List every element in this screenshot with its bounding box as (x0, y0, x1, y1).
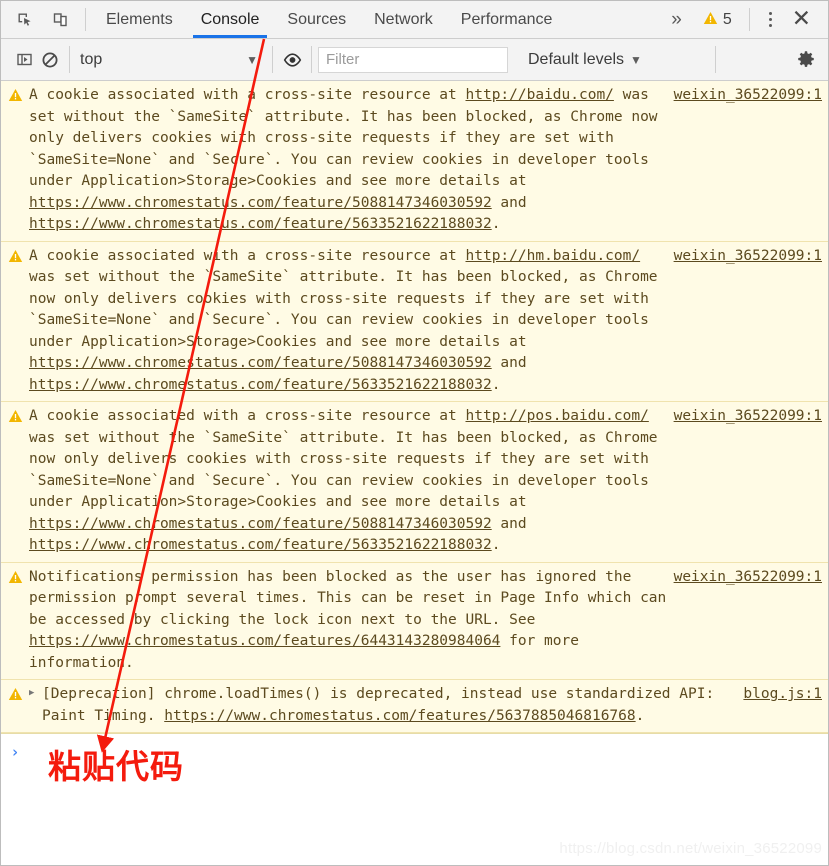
console-prompt-input[interactable] (29, 742, 828, 762)
log-levels-label: Default levels (528, 50, 625, 68)
filterbar-divider-3 (311, 46, 312, 73)
console-filter-toolbar: top ▼ Default levels ▼ (1, 39, 828, 81)
console-message-row[interactable]: Notifications permission has been blocke… (1, 562, 828, 680)
tabbar-right-divider (748, 8, 750, 31)
chevron-down-icon: ▼ (630, 52, 642, 67)
log-levels-select[interactable]: Default levels ▼ (528, 51, 642, 69)
device-toolbar-icon[interactable] (47, 7, 73, 33)
filterbar-divider-1 (69, 46, 70, 73)
warning-triangle-icon (1, 246, 29, 397)
console-message-link[interactable]: https://www.chromestatus.com/features/64… (29, 633, 500, 649)
console-message-row[interactable]: A cookie associated with a cross-site re… (1, 241, 828, 402)
console-message-link[interactable]: http://pos.baidu.com/ (466, 408, 649, 424)
tab-console[interactable]: Console (187, 1, 274, 38)
filterbar-divider-2 (272, 46, 273, 73)
devtools-tabbar: Elements Console Sources Network Perform… (1, 1, 828, 39)
devtools-window: Elements Console Sources Network Perform… (0, 0, 829, 866)
warning-count-badge[interactable]: 5 (694, 10, 741, 29)
console-message-link[interactable]: https://www.chromestatus.com/feature/508… (29, 516, 492, 532)
console-message-text: A cookie associated with a cross-site re… (29, 247, 658, 393)
tab-performance-label: Performance (460, 10, 553, 28)
warning-triangle-icon (1, 406, 29, 557)
live-expression-eye-icon[interactable] (279, 47, 305, 73)
execution-context-select[interactable]: top ▼ (76, 51, 266, 69)
close-icon[interactable]: ✕ (785, 6, 820, 33)
console-message-list[interactable]: A cookie associated with a cross-site re… (1, 81, 828, 865)
console-message-source-link[interactable]: blog.js:1 (743, 684, 828, 706)
console-message-link[interactable]: https://www.chromestatus.com/feature/508… (29, 355, 492, 371)
clear-console-icon[interactable] (37, 47, 63, 73)
filterbar-divider-4 (715, 46, 717, 73)
panel-tabs: Elements Console Sources Network Perform… (92, 1, 566, 38)
console-message-link[interactable]: http://baidu.com/ (466, 87, 614, 103)
tab-sources[interactable]: Sources (273, 1, 360, 38)
tab-elements-label: Elements (106, 10, 173, 28)
tab-console-label: Console (200, 10, 260, 28)
warning-triangle-icon (1, 85, 29, 236)
console-message-row[interactable]: A cookie associated with a cross-site re… (1, 81, 828, 242)
chevron-down-icon: ▼ (246, 52, 258, 67)
tabbar-divider (85, 8, 86, 31)
tab-performance[interactable]: Performance (447, 1, 567, 38)
warning-triangle-icon (703, 10, 718, 29)
console-message-text: Notifications permission has been blocke… (29, 568, 667, 671)
console-message-source-link[interactable]: weixin_36522099:1 (674, 567, 828, 589)
filter-input[interactable] (318, 46, 508, 73)
warning-triangle-icon (1, 684, 29, 727)
tab-elements[interactable]: Elements (92, 1, 187, 38)
console-message-source-link[interactable]: weixin_36522099:1 (674, 246, 828, 268)
console-message-link[interactable]: https://www.chromestatus.com/features/56… (164, 708, 635, 724)
console-message-source-link[interactable]: weixin_36522099:1 (674, 85, 828, 107)
console-message-text: A cookie associated with a cross-site re… (29, 408, 658, 553)
console-message-link[interactable]: http://hm.baidu.com/ (466, 248, 641, 264)
console-prompt-row[interactable]: › (1, 733, 828, 865)
console-message-link[interactable]: https://www.chromestatus.com/feature/563… (29, 377, 492, 393)
tabbar-right-controls: » 5 ✕ (661, 1, 828, 38)
prompt-chevron-icon: › (10, 743, 20, 761)
warning-count-label: 5 (722, 10, 732, 28)
console-message-text: [Deprecation] chrome.loadTimes() is depr… (42, 686, 715, 724)
inspect-element-icon[interactable] (11, 7, 37, 33)
expand-triangle-icon[interactable]: ▶ (29, 684, 42, 727)
console-message-source-link[interactable]: weixin_36522099:1 (674, 406, 828, 428)
tab-sources-label: Sources (287, 10, 347, 28)
console-sidebar-toggle-icon[interactable] (11, 47, 37, 73)
console-message-link[interactable]: https://www.chromestatus.com/feature/508… (29, 195, 492, 211)
console-message-text: A cookie associated with a cross-site re… (29, 87, 658, 232)
console-message-row[interactable]: A cookie associated with a cross-site re… (1, 402, 828, 563)
console-message-link[interactable]: https://www.chromestatus.com/feature/563… (29, 216, 492, 232)
more-tabs-icon[interactable]: » (661, 10, 692, 29)
settings-gear-icon[interactable] (796, 50, 820, 70)
tab-network[interactable]: Network (360, 1, 447, 38)
tab-network-label: Network (374, 10, 433, 28)
tabbar-left-icons (1, 1, 79, 38)
warning-triangle-icon (1, 567, 29, 675)
execution-context-value: top (80, 50, 103, 68)
console-message-row[interactable]: ▶ [Deprecation] chrome.loadTimes() is de… (1, 680, 828, 733)
console-message-link[interactable]: https://www.chromestatus.com/feature/563… (29, 537, 492, 553)
kebab-menu-icon[interactable] (758, 12, 783, 27)
